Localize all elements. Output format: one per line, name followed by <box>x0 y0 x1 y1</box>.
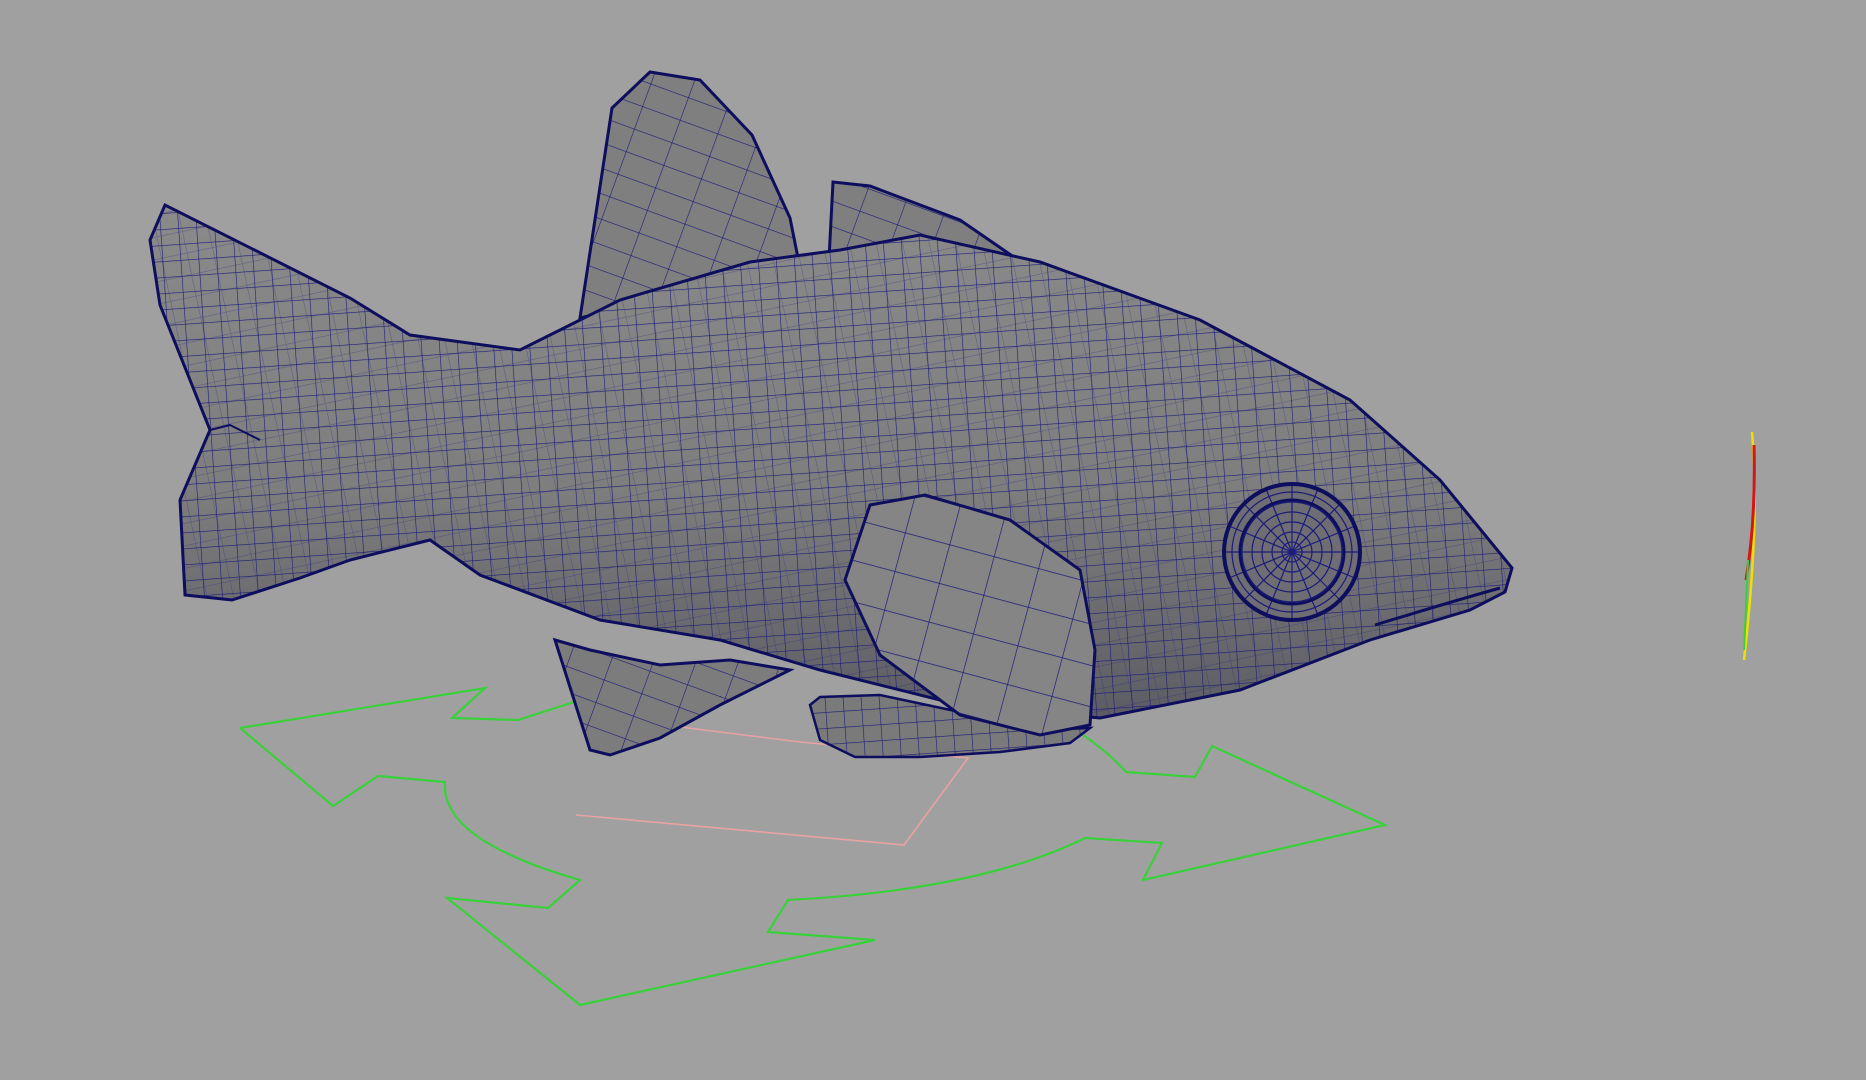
move-rig-control[interactable] <box>239 686 1389 1007</box>
eye[interactable] <box>1222 482 1362 622</box>
fish-body[interactable] <box>140 195 1520 735</box>
side-curve-control[interactable] <box>1742 431 1756 661</box>
scene-canvas[interactable] <box>0 0 1866 1080</box>
3d-viewport[interactable] <box>0 0 1866 1080</box>
fish-mesh[interactable] <box>140 60 1520 770</box>
